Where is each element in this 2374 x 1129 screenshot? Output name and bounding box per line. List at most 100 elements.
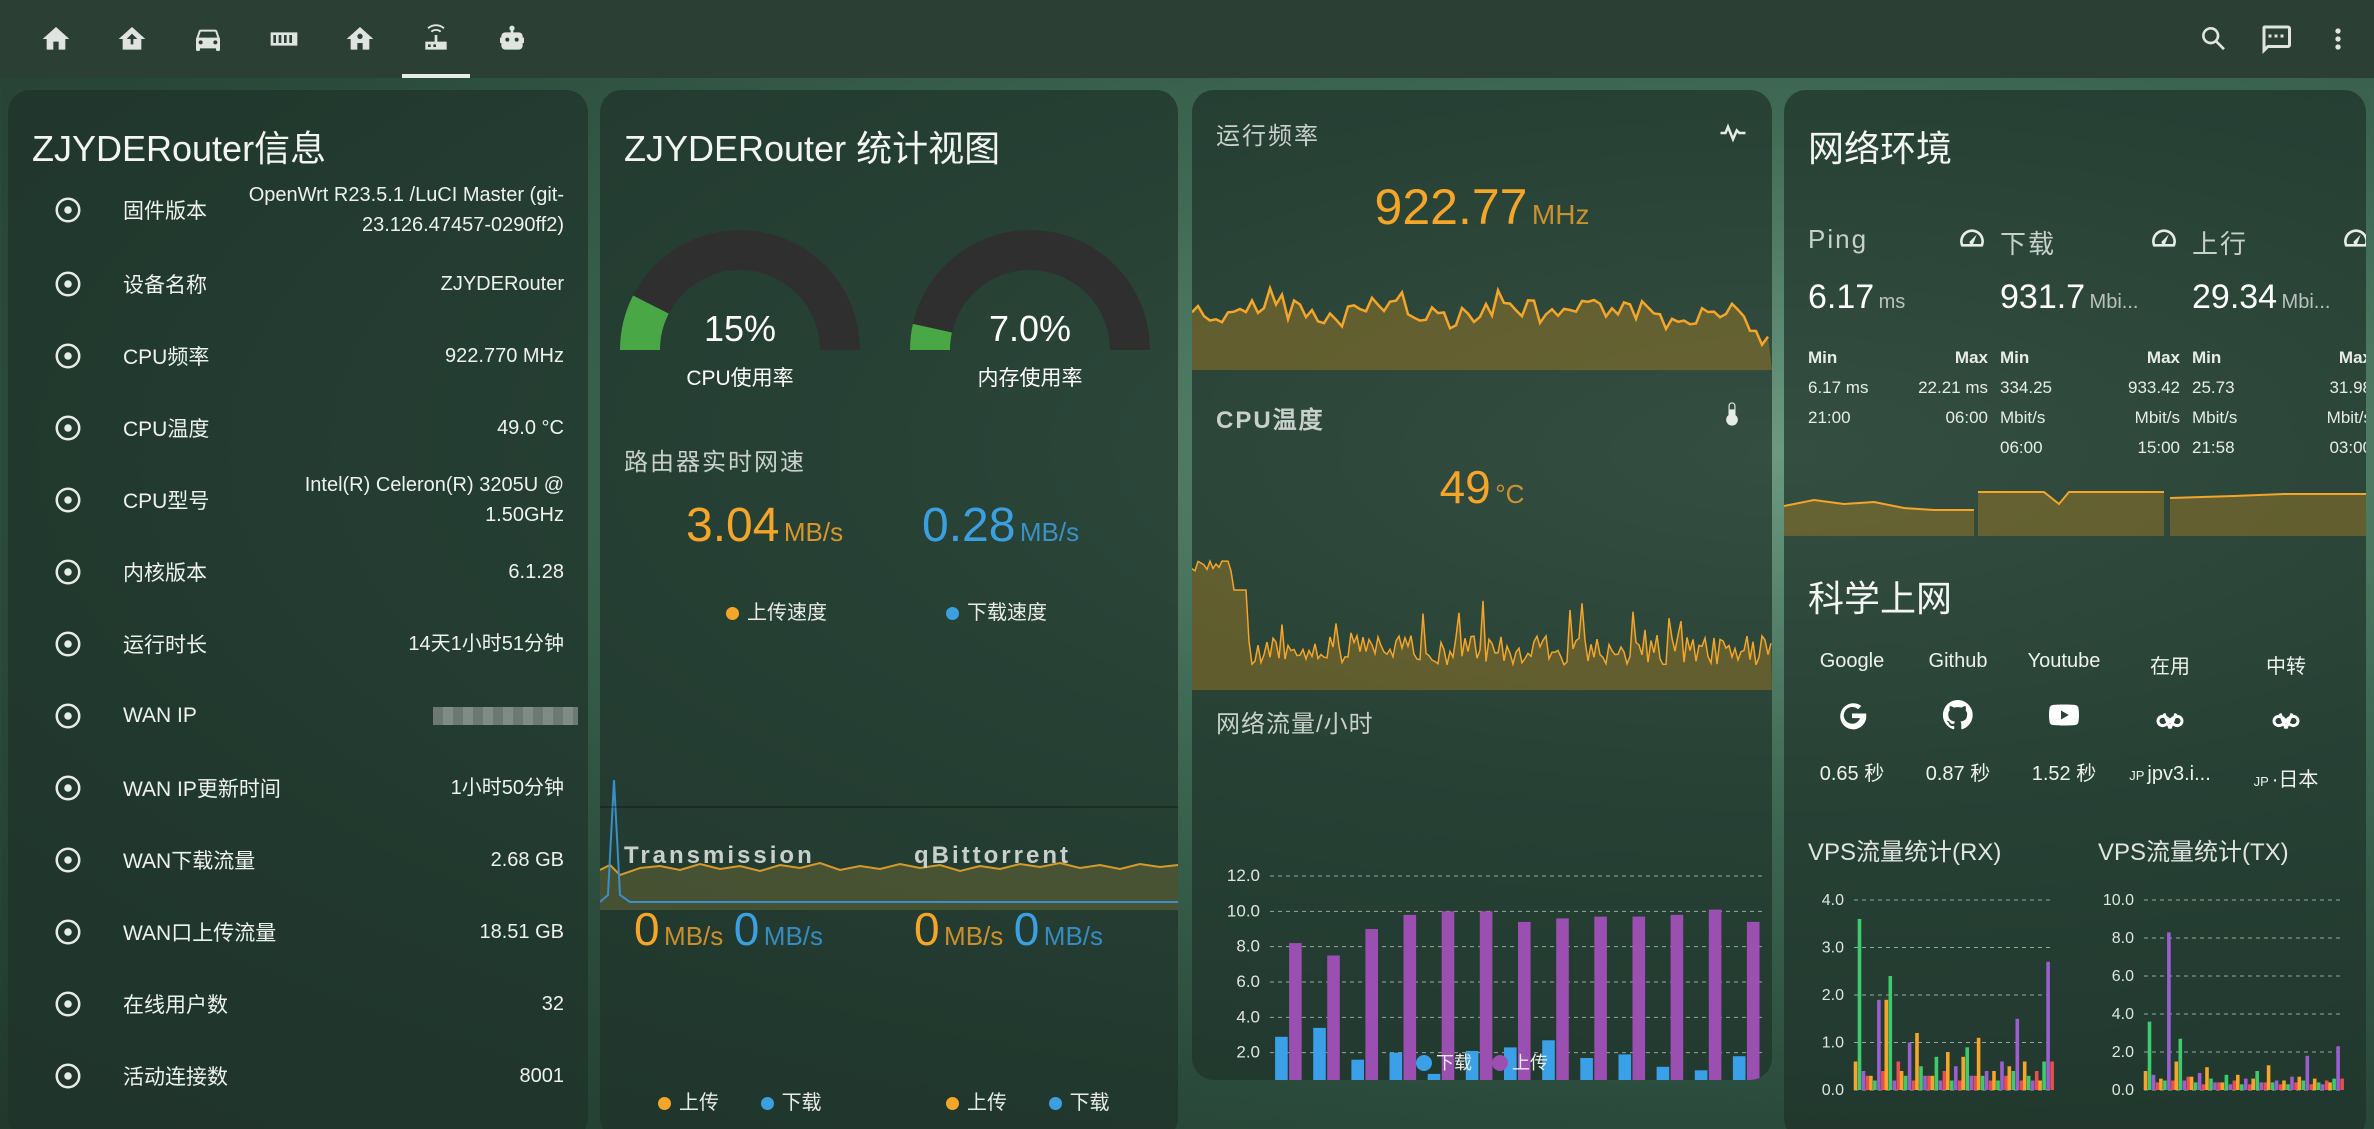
metric-max-time: 06:00 (1945, 408, 1988, 427)
info-row-label: CPU型号 (123, 490, 210, 513)
network-metric: 上行 29.34 Mbi... Min Max 25.73 31.98 Mbit/s Mbit… (2192, 224, 2366, 484)
bar (2290, 1076, 2294, 1090)
bar (2244, 1078, 2248, 1090)
info-row-value: 1小时50分钟 (450, 777, 564, 799)
metric-name: 下载 (2000, 229, 2057, 259)
info-row-value: 2.68 GB (490, 849, 564, 871)
bar (2209, 1078, 2213, 1090)
y-tick-label: 2.0 (1236, 1043, 1260, 1062)
more-vert-icon[interactable] (2322, 23, 2354, 55)
metric-value: 931.7 (2000, 278, 2086, 316)
metric-max-label: Max (1954, 348, 1988, 367)
transmission-down-legend: 下载 (781, 1092, 822, 1114)
bar (1670, 914, 1684, 1080)
y-tick-label: 6.0 (1236, 972, 1260, 991)
stats-title: ZJYDERouter 统计视图 (624, 128, 1001, 169)
y-tick-label: 10.0 (1227, 901, 1260, 920)
upload-speed: 3.04 MB/s (686, 498, 843, 553)
info-row-value: 14天1小时51分钟 (408, 633, 564, 655)
nav-router[interactable] (398, 0, 474, 78)
nav-home-upgrade[interactable] (94, 0, 170, 78)
info-row: WAN IP更新时间 1小时50分钟 (8, 752, 588, 824)
qbittorrent-legend: 上传 下载 (946, 1086, 1110, 1115)
bar (2232, 1080, 2237, 1090)
proxy-site[interactable]: Youtube 1.52 秒 (2004, 650, 2124, 800)
metric-max-unit: Mbit/s (2326, 408, 2366, 427)
memory-gauge-label: 内存使用率 (977, 367, 1083, 390)
home-icon (42, 27, 70, 50)
bar (1976, 1037, 1981, 1091)
proxy-site[interactable]: Github 0.87 秒 (1898, 650, 2018, 800)
metric-max-label: Max (2338, 348, 2366, 367)
bar (2000, 1061, 2004, 1090)
bar (2046, 961, 2050, 1091)
bar (1289, 943, 1302, 1080)
bar (1903, 1075, 1908, 1091)
bar (1618, 1054, 1632, 1080)
message-icon[interactable] (2258, 21, 2294, 57)
bar (2004, 1075, 2008, 1091)
download-speed: 0.28 MB/s (922, 498, 1079, 553)
info-row: 在线用户数 32 (8, 968, 588, 1040)
pulse-icon (1720, 123, 1746, 143)
nav-car[interactable] (170, 0, 246, 78)
proxy-site[interactable]: 中转 JP ·日本 (2226, 650, 2346, 800)
bar (1923, 1075, 1927, 1091)
download-speed-unit: MB/s (1019, 517, 1080, 547)
bar (2205, 1067, 2209, 1090)
nav-robot[interactable] (474, 0, 550, 78)
bar (2220, 1082, 2225, 1090)
bar (1927, 1075, 1931, 1091)
bar (2309, 1084, 2314, 1090)
nav-memory[interactable] (246, 0, 322, 78)
bar (2155, 1082, 2160, 1090)
firmware-icon (48, 190, 88, 230)
metric-min-unit: Mbit/s (2192, 408, 2238, 427)
proxy-site-latency-row: JP ·日本 (2226, 763, 2346, 792)
bar (1919, 1066, 1923, 1091)
proxy-site[interactable]: 在用 JP jpv3.i... (2110, 650, 2230, 800)
bar (2007, 1066, 2012, 1091)
bar (1351, 1059, 1364, 1080)
bar (1694, 1070, 1708, 1080)
nav-home[interactable] (18, 0, 94, 78)
bar (1365, 929, 1378, 1080)
network-card: 网络环境 Ping 6.17 ms Min Max 6.17 ms 22.21 ms 21:… (1784, 90, 2366, 1129)
y-tick-label: 4.0 (1236, 1007, 1260, 1026)
car-icon (196, 29, 220, 51)
nav-home-network[interactable] (322, 0, 398, 78)
bar (2193, 1082, 2198, 1090)
bar (2278, 1084, 2283, 1090)
legend-label: 上传 (1512, 1053, 1548, 1073)
info-row: CPU型号 Intel(R) Celeron(R) 3205U @ 1.50GHz (8, 464, 588, 536)
metric-current: 6.17 ms (1808, 278, 1905, 317)
bar (2255, 1071, 2259, 1090)
account-icon (48, 984, 88, 1024)
info-row: 设备名称 ZJYDERouter (8, 248, 588, 320)
bar (1969, 1075, 1973, 1091)
upload-box-icon (48, 912, 88, 952)
metric-current: 931.7 Mbi... (2000, 278, 2138, 317)
proxy-site-latency: 1.52 秒 (2031, 763, 2097, 785)
metric-min-label: Min (2192, 348, 2222, 367)
y-tick-label: 8.0 (2112, 930, 2134, 947)
server-icon (48, 696, 88, 736)
info-row-value: 8001 (519, 1065, 565, 1087)
cpu-gauge-label: CPU使用率 (686, 367, 794, 390)
qbittorrent-up-legend: 上传 (967, 1092, 1007, 1114)
memory-gauge-fill (910, 323, 953, 351)
home-network-icon (346, 27, 374, 50)
proxy-site-latency: 0.65 秒 (1819, 763, 1885, 785)
freq-value: 922.77 (1374, 179, 1528, 235)
router-info-card: ZJYDERouter信息 固件版本 OpenWrt R23.5.1 /LuCI … (8, 90, 588, 1129)
bar (1853, 1061, 1858, 1090)
info-row-label: WAN下载流量 (123, 850, 256, 873)
bar (1946, 1052, 1950, 1090)
bar (1327, 955, 1340, 1080)
bar (2143, 1071, 2148, 1090)
search-icon[interactable] (2198, 23, 2230, 55)
qbittorrent-speeds: 0 MB/s 0 MB/s (914, 902, 1103, 956)
proxy-site[interactable]: Google 0.65 秒 (1792, 650, 1912, 800)
bar (1938, 1080, 1943, 1090)
metric-name: 上行 (2192, 229, 2249, 259)
